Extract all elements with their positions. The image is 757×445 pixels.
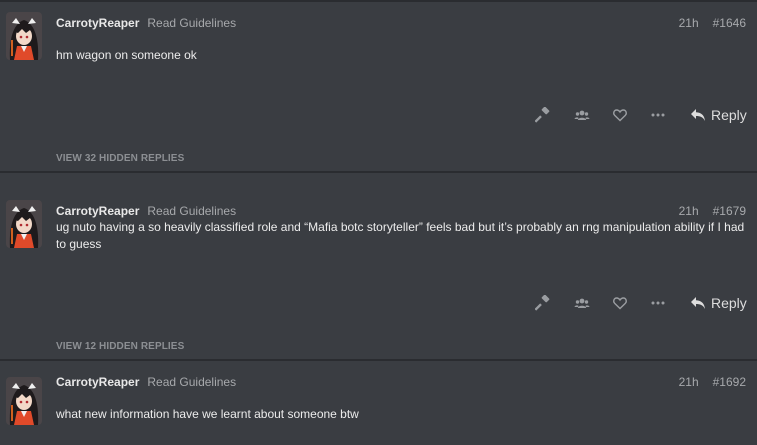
heart-icon[interactable] xyxy=(612,107,628,123)
user-title: Read Guidelines xyxy=(147,204,237,218)
reply-label: Reply xyxy=(711,295,747,311)
post-info: 21h #1646 xyxy=(679,15,746,31)
post-number[interactable]: #1646 xyxy=(713,16,746,30)
heart-icon[interactable] xyxy=(612,295,628,311)
post-actions: Reply xyxy=(0,103,757,127)
username[interactable]: CarrotyReaper xyxy=(56,16,139,30)
users-icon[interactable] xyxy=(574,295,590,311)
post-meta: CarrotyReaper Read Guidelines xyxy=(56,15,236,31)
user-title: Read Guidelines xyxy=(147,16,237,30)
ellipsis-icon[interactable] xyxy=(650,107,666,123)
post-info: 21h #1692 xyxy=(679,374,746,390)
post-time[interactable]: 21h xyxy=(679,16,699,30)
username[interactable]: CarrotyReaper xyxy=(56,375,139,389)
users-icon[interactable] xyxy=(574,107,590,123)
post-number[interactable]: #1692 xyxy=(713,375,746,389)
reply-arrow-icon xyxy=(691,297,705,309)
gavel-icon[interactable] xyxy=(534,294,551,311)
reply-button[interactable]: Reply xyxy=(690,293,747,313)
gavel-icon[interactable] xyxy=(534,106,551,123)
post-meta: CarrotyReaper Read Guidelines xyxy=(56,374,236,390)
post-body: hm wagon on someone ok xyxy=(56,48,197,62)
view-hidden-replies-link[interactable]: VIEW 12 HIDDEN REPLIES xyxy=(56,341,184,352)
post-body: what new information have we learnt abou… xyxy=(56,407,359,421)
reply-label: Reply xyxy=(711,107,747,123)
post-divider xyxy=(0,171,757,173)
view-hidden-replies-link[interactable]: VIEW 32 HIDDEN REPLIES xyxy=(56,153,184,164)
reply-arrow-icon xyxy=(691,109,705,121)
user-title: Read Guidelines xyxy=(147,375,237,389)
top-divider xyxy=(0,0,757,2)
post-info: 21h #1679 xyxy=(679,203,746,219)
avatar[interactable] xyxy=(6,200,42,248)
avatar[interactable] xyxy=(6,12,42,60)
post-actions: Reply xyxy=(0,291,757,315)
post-time[interactable]: 21h xyxy=(679,375,699,389)
post-number[interactable]: #1679 xyxy=(713,204,746,218)
post-divider xyxy=(0,359,757,361)
reply-button[interactable]: Reply xyxy=(690,105,747,125)
post-time[interactable]: 21h xyxy=(679,204,699,218)
post-body: ug nuto having a so heavily classified r… xyxy=(56,220,745,251)
ellipsis-icon[interactable] xyxy=(650,295,666,311)
post-meta: CarrotyReaper Read Guidelines xyxy=(56,203,236,219)
username[interactable]: CarrotyReaper xyxy=(56,204,139,218)
avatar[interactable] xyxy=(6,377,42,425)
